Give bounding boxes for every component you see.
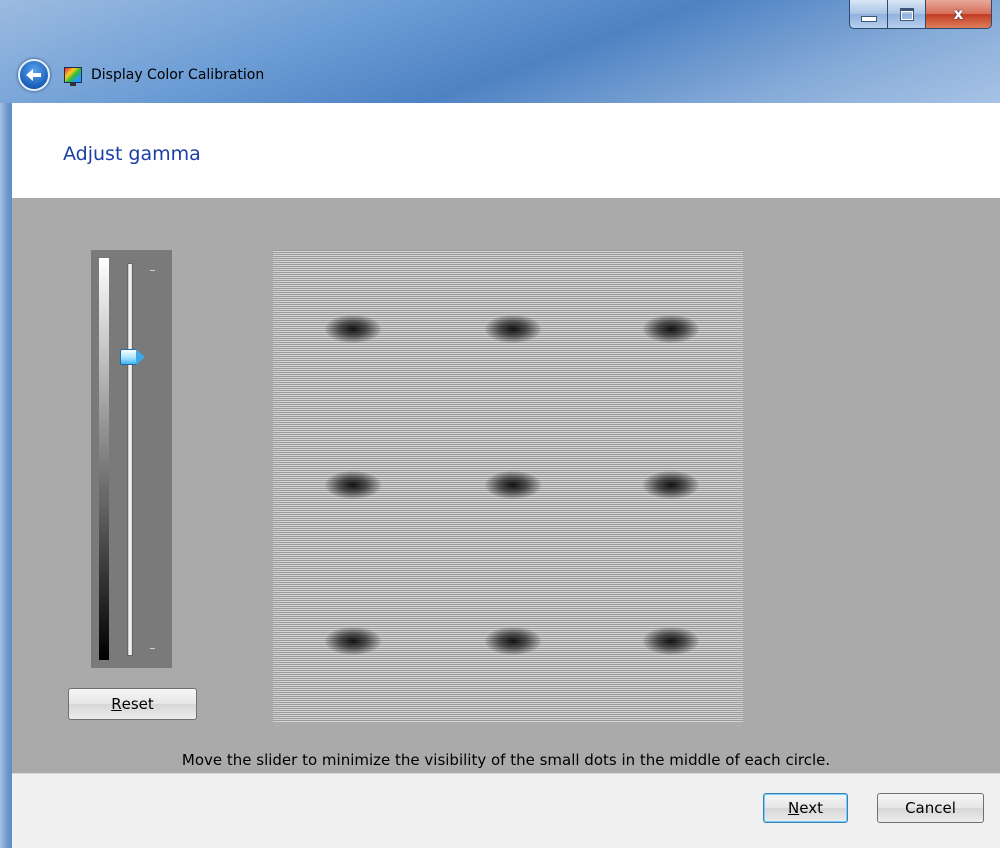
maximize-icon (899, 7, 914, 21)
window-frame-left (0, 103, 12, 848)
test-dot-7 (325, 627, 381, 655)
page-header: Adjust gamma (12, 103, 1000, 198)
slider-tick-top (150, 270, 155, 271)
maximize-button[interactable] (888, 0, 926, 29)
gamma-gradient-bar (99, 258, 109, 660)
minimize-button[interactable] (849, 0, 888, 29)
gamma-slider-panel (91, 250, 172, 668)
back-arrow-icon (26, 68, 42, 82)
page-title: Adjust gamma (63, 143, 201, 165)
test-dot-4 (325, 471, 381, 499)
client-area: Adjust gamma Reset Move the slider to mi… (12, 103, 1000, 848)
display-color-icon (64, 67, 82, 86)
cancel-button[interactable]: Cancel (877, 793, 984, 823)
test-dot-6 (643, 471, 699, 499)
gamma-slider-track[interactable] (127, 263, 133, 656)
close-icon: x (953, 4, 964, 23)
back-button[interactable] (18, 59, 50, 91)
slider-tick-bottom (150, 648, 155, 649)
next-button[interactable]: Next (763, 793, 848, 823)
test-dot-8 (485, 627, 541, 655)
test-dot-2 (485, 315, 541, 343)
window-title: Display Color Calibration (91, 67, 265, 83)
footer-bar: Next Cancel (12, 773, 1000, 848)
cancel-label: Cancel (905, 799, 956, 817)
reset-label-rest: eset (121, 695, 154, 713)
calibration-window: x Display Color Calibration Adjust gamma (0, 0, 1000, 848)
instructions-text: Move the slider to minimize the visibili… (181, 751, 831, 769)
nav-row: Display Color Calibration (18, 58, 264, 92)
title-bar: x Display Color Calibration (0, 0, 1000, 103)
reset-accel: R (111, 695, 122, 713)
minimize-icon (860, 16, 877, 22)
caption-buttons: x (849, 0, 992, 30)
test-dot-9 (643, 627, 699, 655)
next-label-rest: ext (799, 799, 823, 817)
thumb-body (120, 349, 137, 365)
test-dot-5 (485, 471, 541, 499)
gamma-test-pattern (273, 250, 743, 722)
gamma-slider-thumb[interactable] (120, 349, 146, 365)
test-dot-3 (643, 315, 699, 343)
reset-button[interactable]: Reset (68, 688, 197, 720)
next-accel: N (788, 799, 800, 817)
close-button[interactable]: x (926, 0, 992, 29)
test-dot-1 (325, 315, 381, 343)
thumb-tip (136, 349, 145, 365)
calibration-body: Reset Move the slider to minimize the vi… (12, 198, 1000, 773)
